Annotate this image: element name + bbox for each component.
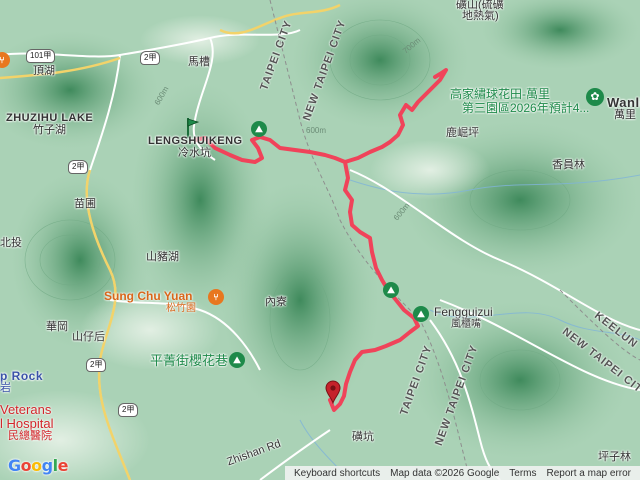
label-sung-chu-yuan-zh[interactable]: 松竹園 xyxy=(166,304,196,314)
label-kuangshan-2: 地熱氣) xyxy=(462,10,499,22)
label-fengguizui-zh[interactable]: 風櫃嘴 xyxy=(451,320,481,330)
label-zhuzihu-lake: ZHUZIHU LAKE xyxy=(6,112,94,124)
label-lengshuikeng-zh: 冷水坑 xyxy=(178,147,211,159)
label-beitou: 北投 xyxy=(0,237,22,249)
hiking-poi-icon[interactable]: ⛰ xyxy=(413,306,429,322)
elevation-label: 600m xyxy=(306,126,327,135)
label-lengshuikeng-en: LENGSHUIKENG xyxy=(148,135,243,147)
label-sung-chu-yuan[interactable]: Sung Chu Yuan xyxy=(104,290,192,302)
label-yan: 岩 xyxy=(0,382,11,394)
label-neiliao: 內寮 xyxy=(265,296,287,308)
restaurant-poi-icon[interactable]: ⑂ xyxy=(208,289,224,305)
end-pin-marker-icon[interactable] xyxy=(325,380,341,405)
attribution-bar: Keyboard shortcuts Map data ©2026 Google… xyxy=(284,466,640,480)
label-xiangchanglin: 香員林 xyxy=(552,159,585,171)
label-gao-family-garden-sub[interactable]: 第三園區2026年預計4... xyxy=(462,102,589,114)
hiking-poi-icon[interactable]: ⛰ xyxy=(229,352,245,368)
label-zhuzihu: 竹子湖 xyxy=(33,124,66,136)
label-luyuanping: 鹿崛坪 xyxy=(446,127,479,139)
label-shanzhuhu: 山豬湖 xyxy=(146,251,179,263)
label-veterans-hospital-1[interactable]: Veterans xyxy=(0,403,51,416)
label-fengguizui-en[interactable]: Fengguizui xyxy=(434,306,493,318)
terms-link[interactable]: Terms xyxy=(509,468,536,479)
label-touhu: 頂湖 xyxy=(33,65,55,77)
label-veterans-hospital-zh[interactable]: 民總醫院 xyxy=(8,431,52,442)
route-shield-2a: 2甲 xyxy=(68,160,89,174)
report-error-link[interactable]: Report a map error xyxy=(547,468,631,479)
label-veterans-hospital-2[interactable]: l Hospital xyxy=(0,417,53,430)
label-pingjing-street[interactable]: 平菁街櫻花巷 xyxy=(150,354,228,367)
route-shield-101a: 101甲 xyxy=(26,49,56,63)
route-shield-2a: 2甲 xyxy=(118,403,139,417)
hiking-poi-icon[interactable]: ⛰ xyxy=(251,121,267,137)
keyboard-shortcuts-link[interactable]: Keyboard shortcuts xyxy=(294,468,380,479)
label-mashao: 馬槽 xyxy=(188,56,210,68)
label-miaopu: 苗圃 xyxy=(74,198,96,210)
google-logo: Google xyxy=(8,456,68,475)
hiking-poi-icon[interactable]: ⛰ xyxy=(383,282,399,298)
label-rock: p Rock xyxy=(0,369,44,383)
label-wanli-zh: 萬里 xyxy=(614,109,636,121)
label-shanzihou: 山仔后 xyxy=(72,331,105,343)
label-beikeng: 磺坑 xyxy=(352,431,374,443)
label-xiziliin: 坪子林 xyxy=(598,451,631,463)
route-shield-2a: 2甲 xyxy=(86,358,107,372)
label-huagang: 華岡 xyxy=(46,321,68,333)
label-gao-family-garden[interactable]: 高家繡球花田-萬里 xyxy=(450,88,550,100)
route-shield-2a: 2甲 xyxy=(140,51,161,65)
map-data-text: Map data ©2026 Google xyxy=(390,467,500,479)
label-wanli-en: Wanli D xyxy=(607,95,640,110)
